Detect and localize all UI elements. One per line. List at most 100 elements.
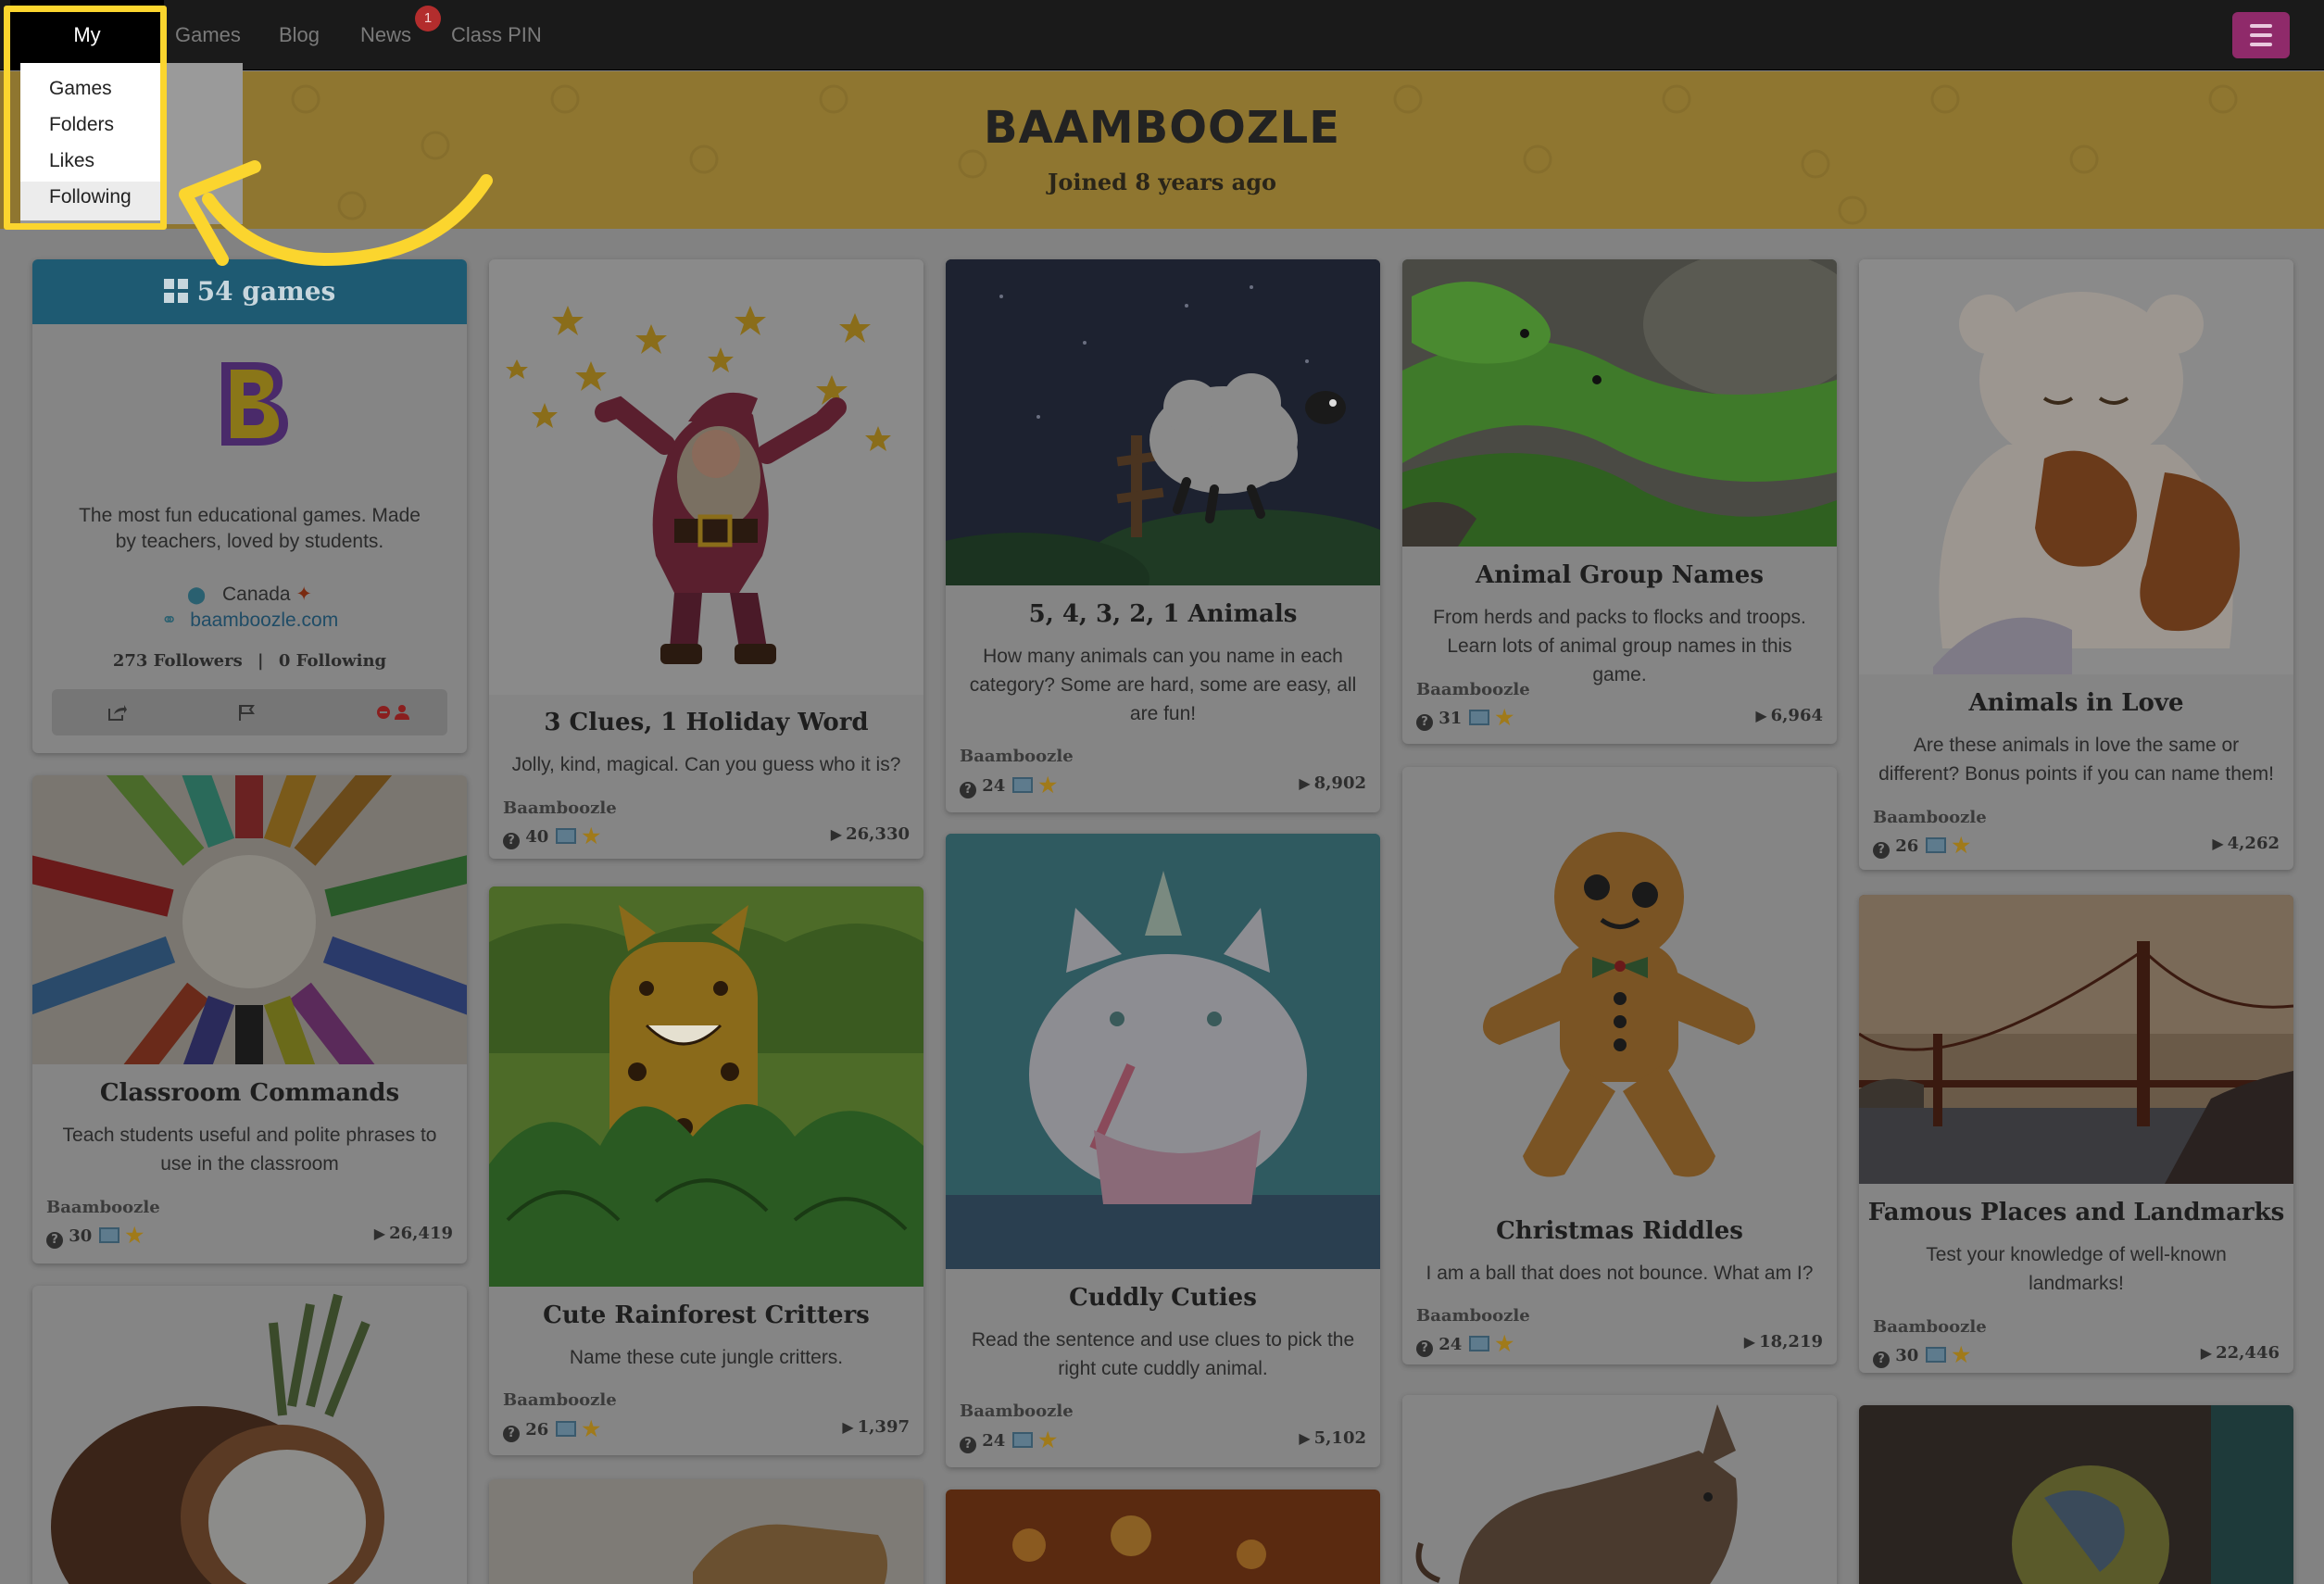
question-count: 30	[69, 1226, 93, 1246]
nav-class-pin[interactable]: Class PIN	[451, 0, 542, 70]
maple-leaf-icon: ✦	[295, 584, 312, 605]
play-count: 1,397	[857, 1417, 910, 1437]
warthog-illustration	[1402, 1395, 1837, 1584]
play-count: 26,419	[389, 1224, 453, 1243]
game-thumbnail	[1402, 767, 1837, 1202]
game-author[interactable]: Baamboozle	[503, 798, 617, 818]
question-icon: ?	[1416, 1340, 1433, 1357]
game-card[interactable]: Animal Group Names From herds and packs …	[1402, 259, 1837, 744]
game-title[interactable]: 3 Clues, 1 Holiday Word	[489, 709, 923, 736]
game-description: Teach students useful and polite phrases…	[62, 1125, 437, 1175]
play-count: 26,330	[846, 824, 910, 844]
image-icon	[1469, 1336, 1490, 1351]
game-title[interactable]: Christmas Riddles	[1402, 1217, 1837, 1245]
baamboozle-b-logo	[221, 362, 288, 446]
share-button[interactable]	[107, 689, 128, 735]
game-author[interactable]: Baamboozle	[960, 1402, 1074, 1421]
image-icon	[1012, 1432, 1034, 1448]
game-stats: ? 24 ★ ▶ 18,219	[1416, 1332, 1823, 1357]
game-card[interactable]: Christmas Riddles I am a ball that does …	[1402, 767, 1837, 1364]
sheep-night-illustration	[946, 259, 1380, 585]
block-user-button[interactable]	[376, 689, 413, 735]
game-description: I am a ball that does not bounce. What a…	[1426, 1263, 1814, 1284]
question-count: 24	[1438, 1335, 1463, 1354]
game-card[interactable]: Cute Rainforest Critters Name these cute…	[489, 886, 923, 1455]
santa-illustration	[506, 306, 891, 664]
game-stats: ? 26 ★ ▶ 4,262	[1873, 834, 2280, 859]
game-title[interactable]: Famous Places and Landmarks	[1859, 1199, 2293, 1226]
play-icon: ▶	[842, 1418, 854, 1436]
play-icon: ▶	[2212, 835, 2224, 852]
followers-count[interactable]: 273 Followers	[113, 651, 243, 671]
star-icon: ★	[1952, 834, 1971, 858]
game-stats: ? 40 ★ ▶ 26,330	[503, 824, 910, 849]
play-count: 6,964	[1770, 706, 1823, 725]
star-icon: ★	[1038, 773, 1058, 798]
hamburger-menu-button[interactable]	[2232, 12, 2290, 58]
location-pin-icon: ⬤	[186, 585, 207, 604]
following-count[interactable]: 0 Following	[279, 651, 386, 671]
game-card[interactable]: Cuddly Cuties Read the sentence and use …	[946, 834, 1380, 1467]
star-icon: ★	[1495, 706, 1514, 730]
game-description: Jolly, kind, magical. Can you guess who …	[511, 754, 901, 775]
game-card[interactable]	[946, 1490, 1380, 1584]
game-card[interactable]	[489, 1479, 923, 1584]
report-button[interactable]	[237, 689, 256, 735]
news-count-badge: 1	[415, 6, 441, 31]
nav-news[interactable]: News	[360, 0, 411, 70]
link-icon: ⚭	[160, 610, 178, 631]
game-author[interactable]: Baamboozle	[1873, 1317, 1987, 1337]
game-card[interactable]	[1859, 1405, 2293, 1584]
game-card[interactable]: Animals in Love Are these animals in lov…	[1859, 259, 2293, 870]
game-title[interactable]: Classroom Commands	[32, 1079, 467, 1107]
game-card[interactable]: Famous Places and Landmarks Test your kn…	[1859, 895, 2293, 1373]
play-icon: ▶	[830, 825, 843, 843]
profile-actions	[52, 689, 447, 735]
block-user-icon	[377, 705, 409, 720]
bread-photo	[489, 1479, 923, 1584]
game-author[interactable]: Baamboozle	[1873, 808, 1987, 827]
game-author[interactable]: Baamboozle	[1416, 680, 1530, 699]
image-icon	[556, 828, 577, 844]
game-stats: ? 30 ★ ▶ 22,446	[1873, 1343, 2280, 1368]
play-count: 4,262	[2227, 834, 2280, 853]
profile-website[interactable]: ⚭ baamboozle.com	[32, 609, 467, 632]
star-icon: ★	[125, 1224, 144, 1248]
game-author[interactable]: Baamboozle	[46, 1198, 160, 1217]
website-link[interactable]: baamboozle.com	[190, 610, 338, 631]
game-card[interactable]: 5, 4, 3, 2, 1 Animals How many animals c…	[946, 259, 1380, 812]
game-title[interactable]: Cute Rainforest Critters	[489, 1301, 923, 1329]
flag-icon	[239, 705, 255, 721]
nav-games[interactable]: Games	[175, 0, 241, 70]
globe-classroom-photo	[1859, 1405, 2293, 1584]
question-count: 24	[982, 1431, 1006, 1451]
game-title[interactable]: Animals in Love	[1859, 689, 2293, 717]
game-author[interactable]: Baamboozle	[503, 1390, 617, 1410]
play-icon: ▶	[1299, 1429, 1311, 1447]
question-count: 30	[1895, 1346, 1919, 1365]
play-icon: ▶	[373, 1225, 386, 1242]
game-title[interactable]: 5, 4, 3, 2, 1 Animals	[946, 600, 1380, 628]
game-card[interactable]	[1402, 1395, 1837, 1584]
star-icon: ★	[1038, 1428, 1058, 1452]
star-icon: ★	[1952, 1343, 1971, 1367]
follow-stats: 273 Followers | 0 Following	[112, 651, 387, 671]
question-count: 26	[1895, 836, 1919, 856]
game-title[interactable]: Cuddly Cuties	[946, 1284, 1380, 1312]
cat-unicorn-illustration	[946, 834, 1380, 1269]
game-card[interactable]: Classroom Commands Teach students useful…	[32, 775, 467, 1263]
menu-icon-bar	[2250, 43, 2272, 46]
play-count: 22,446	[2216, 1343, 2280, 1363]
game-author[interactable]: Baamboozle	[1416, 1306, 1530, 1326]
game-card[interactable]	[32, 1286, 467, 1584]
game-card[interactable]: 3 Clues, 1 Holiday Word Jolly, kind, mag…	[489, 259, 923, 859]
play-count: 8,902	[1313, 773, 1366, 793]
game-thumbnail	[946, 259, 1380, 585]
gingerbread-illustration	[1483, 832, 1755, 1177]
game-author[interactable]: Baamboozle	[960, 747, 1074, 766]
nav-blog[interactable]: Blog	[279, 0, 320, 70]
play-count: 5,102	[1313, 1428, 1366, 1448]
game-title[interactable]: Animal Group Names	[1402, 561, 1837, 589]
image-icon	[1926, 1347, 1947, 1363]
tutorial-arrow-icon	[179, 160, 493, 267]
